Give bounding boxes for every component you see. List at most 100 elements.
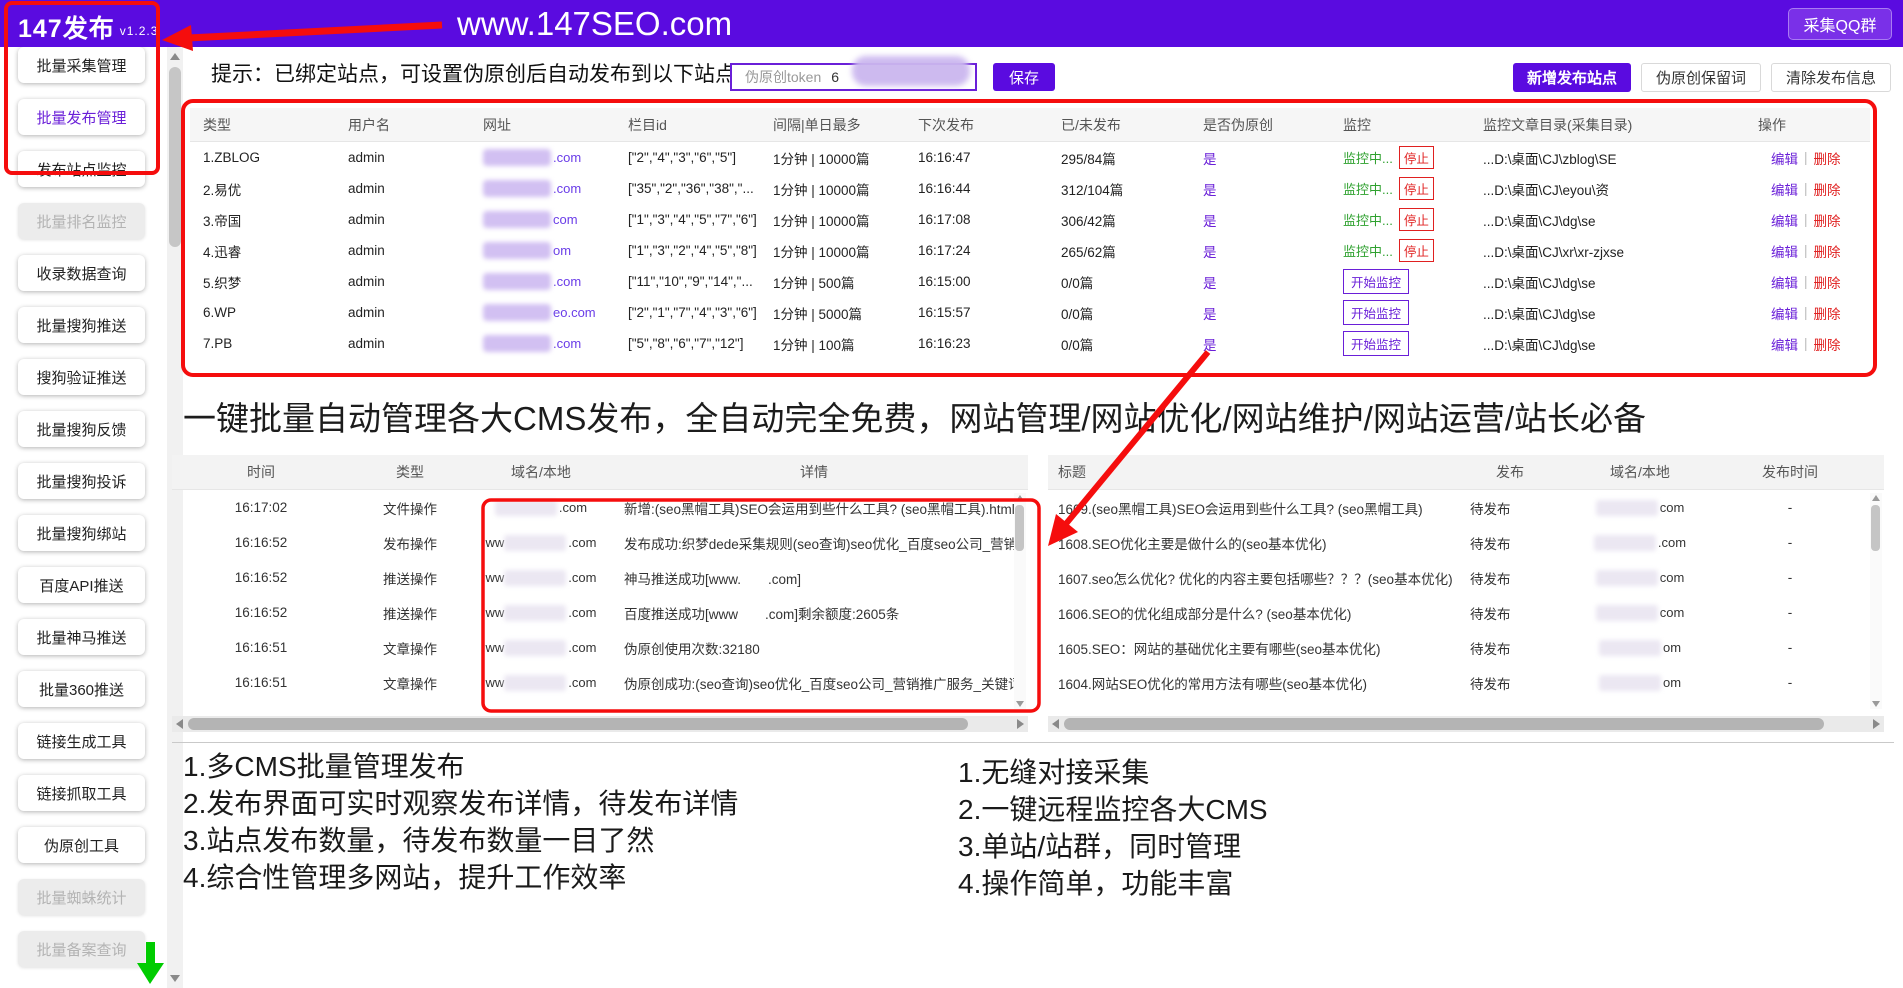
stop-monitor-button[interactable]: 停止 xyxy=(1399,208,1434,231)
pseudo-original-flag: 是 xyxy=(1190,204,1330,235)
log-domain: .com xyxy=(470,490,612,525)
scroll-right-icon[interactable] xyxy=(1873,719,1880,729)
delete-link[interactable]: 删除 xyxy=(1814,303,1841,323)
scrollbar-thumb[interactable] xyxy=(1871,505,1880,551)
sidebar-item[interactable]: 伪原创工具 xyxy=(18,827,145,863)
sidebar-item[interactable]: 搜狗验证推送 xyxy=(18,359,145,395)
sidebar-item[interactable]: 百度API推送 xyxy=(18,567,145,603)
sidebar-item[interactable]: 批量神马推送 xyxy=(18,619,145,655)
app-window: 147发布v1.2.3 www.147SEO.com 采集QQ群 批量采集管理 … xyxy=(0,0,1903,988)
delete-link[interactable]: 删除 xyxy=(1814,210,1841,230)
delete-link[interactable]: 删除 xyxy=(1814,272,1841,292)
scroll-up-icon[interactable] xyxy=(1872,495,1880,501)
stop-monitor-button[interactable]: 停止 xyxy=(1399,146,1434,169)
scroll-up-icon[interactable] xyxy=(1016,495,1024,501)
pseudo-original-flag: 是 xyxy=(1190,173,1330,204)
edit-link[interactable]: 编辑 xyxy=(1771,272,1798,292)
token-input[interactable]: 伪原创token 6 xyxy=(730,63,977,91)
site-type: 3.帝国 xyxy=(190,204,335,235)
pseudo-original-flag: 是 xyxy=(1190,328,1330,359)
pending-domain: .com xyxy=(1560,525,1720,560)
sidebar-item[interactable]: 批量搜狗反馈 xyxy=(18,411,145,447)
sidebar-item[interactable]: 链接抓取工具 xyxy=(18,775,145,811)
edit-link[interactable]: 编辑 xyxy=(1771,148,1798,168)
sidebar-item[interactable]: 批量发布管理 xyxy=(18,99,145,135)
edit-link[interactable]: 编辑 xyxy=(1771,210,1798,230)
site-url-link[interactable]: .com xyxy=(470,266,615,297)
sidebar-item[interactable]: 批量搜狗绑站 xyxy=(18,515,145,551)
reserved-words-button[interactable]: 伪原创保留词 xyxy=(1641,63,1761,92)
clear-info-button[interactable]: 清除发布信息 xyxy=(1771,63,1891,92)
sidebar-item[interactable]: 批量蜘蛛统计 xyxy=(18,879,145,915)
column-header: 是否伪原创 xyxy=(1190,108,1330,141)
scroll-right-icon[interactable] xyxy=(1017,719,1024,729)
save-button[interactable]: 保存 xyxy=(993,63,1055,91)
site-url-link[interactable]: com xyxy=(470,204,615,235)
delete-link[interactable]: 删除 xyxy=(1814,148,1841,168)
monitor-directory: ...D:\桌面\CJ\zblog\SE xyxy=(1470,142,1745,173)
pending-panel-scrollbar[interactable] xyxy=(1870,493,1882,709)
scroll-up-icon[interactable] xyxy=(170,53,180,60)
site-type: 7.PB xyxy=(190,328,335,359)
sidebar-item[interactable]: 批量采集管理 xyxy=(18,47,145,83)
site-url-link[interactable]: om xyxy=(470,235,615,266)
stop-monitor-button[interactable]: 停止 xyxy=(1399,177,1434,200)
domain-suffix: .com xyxy=(568,570,596,585)
scroll-down-icon[interactable] xyxy=(1872,701,1880,707)
column-ids: ["35","2","36","38","... xyxy=(615,173,760,204)
site-url-link[interactable]: .com xyxy=(470,328,615,359)
log-type: 文章操作 xyxy=(350,665,470,700)
table-row: 7.PB admin .com ["5","8","6","7","12"] 1… xyxy=(190,328,1870,359)
edit-link[interactable]: 编辑 xyxy=(1771,179,1798,199)
scroll-left-icon[interactable] xyxy=(176,719,183,729)
delete-link[interactable]: 删除 xyxy=(1814,334,1841,354)
scrollbar-thumb[interactable] xyxy=(1064,718,1824,730)
publish-status: 待发布 xyxy=(1460,595,1560,630)
sidebar-item[interactable]: 批量排名监控 xyxy=(18,203,145,239)
published-counts: 312/104篇 xyxy=(1048,173,1190,204)
sidebar-item[interactable]: 批量360推送 xyxy=(18,671,145,707)
delete-link[interactable]: 删除 xyxy=(1814,179,1841,199)
delete-link[interactable]: 删除 xyxy=(1814,241,1841,261)
pending-domain: com xyxy=(1560,595,1720,630)
sidebar-item[interactable]: 批量备案查询 xyxy=(18,931,145,967)
scroll-down-icon[interactable] xyxy=(1016,701,1024,707)
log-panel-scrollbar[interactable] xyxy=(1014,493,1026,709)
token-value: 6 xyxy=(831,69,839,85)
scrollbar-thumb[interactable] xyxy=(1015,505,1024,551)
sidebar-item[interactable]: 发布站点监控 xyxy=(18,151,145,187)
site-url-link[interactable]: eo.com xyxy=(470,297,615,328)
sidebar-item-label: 搜狗验证推送 xyxy=(36,367,126,388)
publish-time: - xyxy=(1720,595,1860,630)
scrollbar-thumb[interactable] xyxy=(169,67,181,247)
next-publish-time: 16:17:24 xyxy=(905,235,1048,266)
pending-domain: com xyxy=(1560,490,1720,525)
add-site-button[interactable]: 新增发布站点 xyxy=(1513,63,1631,92)
log-horizontal-scrollbar[interactable] xyxy=(172,716,1028,732)
sidebar-item[interactable]: 批量搜狗投诉 xyxy=(18,463,145,499)
column-header: 类型 xyxy=(350,455,470,489)
monitoring-status: 监控中... xyxy=(1343,241,1393,260)
start-monitor-button[interactable]: 开始监控 xyxy=(1343,300,1409,325)
next-publish-time: 16:15:57 xyxy=(905,297,1048,328)
qq-group-button[interactable]: 采集QQ群 xyxy=(1788,8,1892,40)
scroll-down-icon[interactable] xyxy=(170,975,180,982)
scrollbar-thumb[interactable] xyxy=(188,718,968,730)
sidebar-item[interactable]: 收录数据查询 xyxy=(18,255,145,291)
log-time: 16:16:52 xyxy=(172,560,350,595)
stop-monitor-button[interactable]: 停止 xyxy=(1399,239,1434,262)
sidebar-item[interactable]: 批量搜狗推送 xyxy=(18,307,145,343)
edit-link[interactable]: 编辑 xyxy=(1771,241,1798,261)
start-monitor-button[interactable]: 开始监控 xyxy=(1343,331,1409,356)
edit-link[interactable]: 编辑 xyxy=(1771,334,1798,354)
site-url-link[interactable]: .com xyxy=(470,142,615,173)
sidebar-item[interactable]: 链接生成工具 xyxy=(18,723,145,759)
scroll-left-icon[interactable] xyxy=(1052,719,1059,729)
domain-suffix: om xyxy=(553,243,571,258)
edit-link[interactable]: 编辑 xyxy=(1771,303,1798,323)
site-url-link[interactable]: .com xyxy=(470,173,615,204)
log-time: 16:17:02 xyxy=(172,490,350,525)
site-type: 1.ZBLOG xyxy=(190,142,335,173)
start-monitor-button[interactable]: 开始监控 xyxy=(1343,269,1409,294)
pending-horizontal-scrollbar[interactable] xyxy=(1048,716,1884,732)
